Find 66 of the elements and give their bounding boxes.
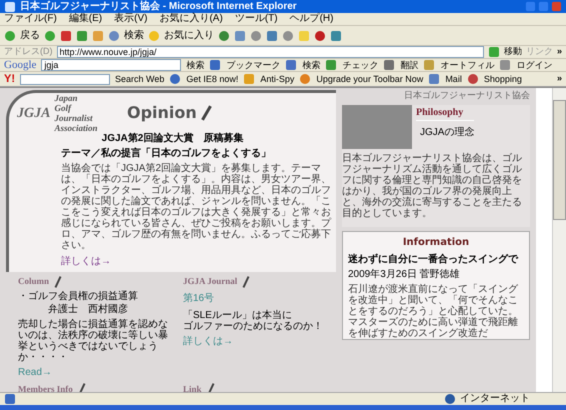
- favorites-button[interactable]: お気に入り: [164, 28, 214, 43]
- section-heading: Philosophy: [416, 105, 474, 121]
- article-text: 「SLEルール」は本当に: [183, 310, 293, 320]
- details-link[interactable]: 詳しくは→: [61, 254, 111, 269]
- toolbar-button[interactable]: チェック: [342, 60, 378, 70]
- section-heading: Information: [402, 236, 470, 250]
- toolbar-button[interactable]: Upgrade your Toolbar Now: [316, 74, 424, 84]
- pen-icon: [78, 383, 86, 392]
- article-text: ゴルファーのためになるのか！: [183, 320, 324, 332]
- section-heading: Link: [183, 382, 202, 392]
- address-label: アドレス(D): [4, 45, 52, 58]
- google-logo: Google: [4, 60, 36, 70]
- section-heading: Opinion: [127, 102, 197, 124]
- back-button[interactable]: 戻る: [20, 28, 40, 43]
- logo-text: Journalist: [54, 113, 94, 123]
- address-field[interactable]: http://www.nouve.jp/jgja/: [56, 46, 484, 58]
- scrollbar[interactable]: [552, 88, 566, 392]
- pen-icon: [207, 383, 214, 392]
- search-button[interactable]: 検索: [124, 28, 144, 43]
- scrollbar-thumb[interactable]: [553, 100, 566, 220]
- menu-item[interactable]: ヘルプ(H): [290, 14, 334, 24]
- more-button[interactable]: »: [556, 72, 562, 86]
- menu-item[interactable]: お気に入り(A): [159, 14, 223, 24]
- toolbar-button[interactable]: Search Web: [115, 74, 164, 84]
- toolbar-button[interactable]: Get IE8 now!: [186, 74, 238, 84]
- logo-text: Japan: [54, 93, 78, 103]
- pen-icon: [54, 276, 62, 288]
- logo-text: Golf: [54, 103, 73, 113]
- subtitle: JGJAの理念: [419, 126, 474, 140]
- headline: JGJA第2回論文大賞 原稿募集: [100, 133, 244, 145]
- section-heading: Members Info: [18, 382, 73, 392]
- menu-item[interactable]: 編集(E): [68, 14, 102, 24]
- logo-mark: JGJA: [17, 104, 50, 122]
- article-text: 日本ゴルフジャーナリスト協会は、ゴルフジャーナリズム活動を通して広くゴルフに関する倫理と専門知識の自己啓発をはかり、我が国のゴルフ界の発展向上と、海外の交流に寄与することを主たる目的としています。: [342, 153, 523, 219]
- go-button[interactable]: 移動: [504, 45, 522, 59]
- photo-placeholder: [342, 105, 412, 149]
- article-title: 迷わずに自分に一番合ったスイングで: [348, 254, 520, 265]
- toolbar-button[interactable]: 検索: [186, 60, 204, 70]
- toolbar-button[interactable]: ログイン: [516, 60, 552, 70]
- google-search-field[interactable]: jgja: [41, 59, 182, 71]
- toolbar-button[interactable]: Mail: [445, 74, 462, 84]
- article-title: ・ゴルフ会員権の損益通算: [18, 290, 139, 302]
- more-button[interactable]: »: [556, 45, 562, 59]
- menu-item[interactable]: 表示(V): [114, 14, 148, 24]
- menu-item[interactable]: ファイル(F): [4, 14, 57, 24]
- yahoo-logo: Y!: [4, 74, 15, 84]
- author-name: 弁護士 西村國彦: [47, 304, 129, 314]
- site-name: 日本ゴルフジャーナリスト協会: [403, 90, 530, 101]
- section-heading: Column: [18, 275, 50, 288]
- logo-text: Association: [54, 123, 98, 133]
- toolbar-button[interactable]: 検索: [302, 60, 320, 70]
- article-text: 当協会では「JGJA第2回論文大賞」を募集します。テーマは、「日本のゴルフをよくする」。内容は、男女ツアー界、インストラクター、ゴルフ場、用品用具など、日本のゴルフの発展に関した論文であれば、ジャンルを問いません。「ここをこう変えれば日本のゴルフは大きく発展する」と常々お感じになられている皆さん、ぜひご投稿をお願いします。プロ、アマ、ゴルフ歴の有無を問いません。ふるってご応募下さい。: [61, 163, 332, 251]
- toolbar-button[interactable]: 翻訳: [400, 60, 418, 70]
- theme-title: テーマ／私の提言「日本のゴルフをよくする」: [61, 148, 272, 160]
- zone-label: インターネット: [460, 394, 530, 404]
- toolbar-button[interactable]: オートフィル: [440, 60, 494, 70]
- article-text: 売却した場合に損益通算を認めないのは、法秩序の破壊に等しい暴挙というべきではないでしょうか・・・・: [18, 318, 169, 362]
- toolbar-button[interactable]: Anti-Spy: [260, 74, 294, 84]
- toolbar-button[interactable]: Shopping: [484, 74, 522, 84]
- article-date: 2009年3月26日 菅野徳雄: [348, 269, 461, 280]
- article-text: 石川遼が渡米直前になって「スイングを改造中」と聞いて、「何でそんなことをするのだろう」と心配していた。マスターズのために高い弾道で飛距離を伸ばすためのスイング改造だ: [348, 284, 519, 339]
- toolbar-button[interactable]: ブックマーク: [226, 60, 280, 70]
- window-title: 日本ゴルフジャーナリスト協会 - Microsoft Internet Explorer: [20, 2, 297, 12]
- section-heading: JGJA Journal: [183, 275, 238, 288]
- yahoo-search-field[interactable]: [20, 74, 110, 84]
- menu-item[interactable]: ツール(T): [234, 14, 278, 24]
